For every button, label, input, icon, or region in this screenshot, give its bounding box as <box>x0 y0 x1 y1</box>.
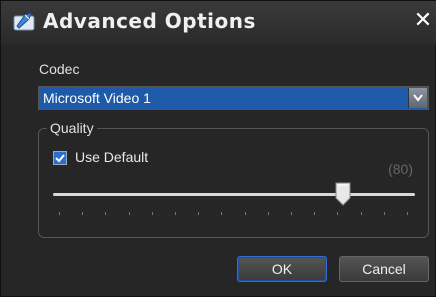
codec-label: Codec <box>39 61 80 77</box>
slider-tick <box>59 212 60 215</box>
slider-tick <box>383 212 385 215</box>
slider-tick <box>407 212 408 215</box>
codec-dropdown[interactable]: Microsoft Video 1 <box>38 86 429 110</box>
slider-tick <box>82 212 84 215</box>
dialog-title: Advanced Options <box>43 9 256 33</box>
slider-tick <box>314 212 316 215</box>
slider-tick <box>198 212 200 215</box>
close-icon[interactable]: ✕ <box>411 9 435 33</box>
ok-button[interactable]: OK <box>237 256 327 282</box>
slider-tick <box>360 212 362 215</box>
advanced-options-dialog: Advanced Options ✕ Codec Microsoft Video… <box>0 0 436 297</box>
chevron-down-icon <box>413 94 423 102</box>
quality-slider-thumb[interactable] <box>335 182 351 206</box>
use-default-checkbox[interactable] <box>53 151 67 165</box>
slider-tick <box>221 212 223 215</box>
dropdown-arrow-button[interactable] <box>408 88 427 108</box>
title-bar[interactable]: Advanced Options ✕ <box>1 1 436 45</box>
quality-group-label: Quality <box>47 120 97 136</box>
slider-tick <box>291 212 292 215</box>
use-default-label[interactable]: Use Default <box>75 149 148 165</box>
codec-selected-value: Microsoft Video 1 <box>43 90 151 106</box>
slider-tick <box>175 212 176 215</box>
slider-tick <box>267 212 269 215</box>
checkmark-icon <box>55 154 65 163</box>
quality-value-readout: (80) <box>388 161 413 177</box>
app-icon <box>13 11 37 33</box>
slider-tick <box>105 212 107 215</box>
cancel-button[interactable]: Cancel <box>339 256 429 282</box>
slider-tick <box>244 212 246 215</box>
slider-tick <box>128 212 130 215</box>
quality-slider-track[interactable] <box>53 193 415 196</box>
quality-groupbox <box>38 128 429 238</box>
slider-tick <box>151 212 153 215</box>
slider-tick <box>337 212 339 215</box>
